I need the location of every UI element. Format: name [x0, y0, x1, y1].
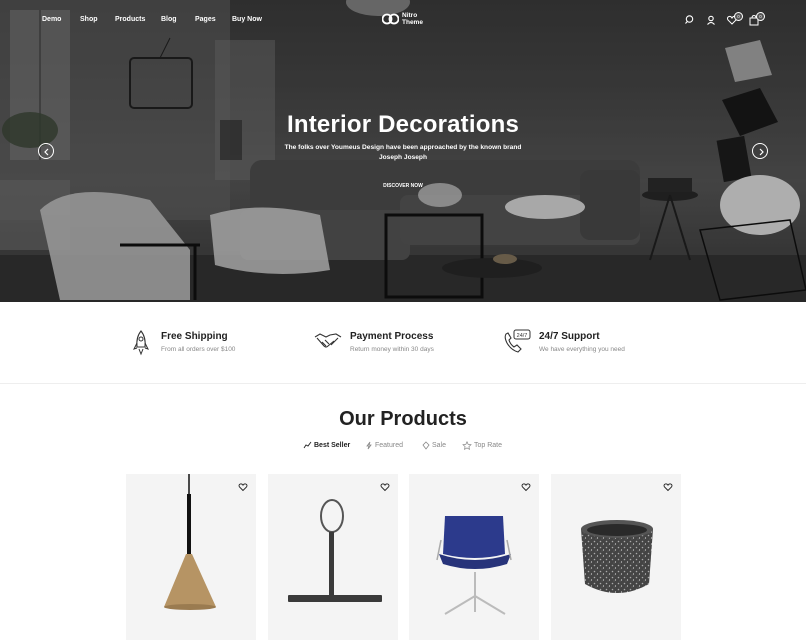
nav-item-buy-now[interactable]: Buy Now	[232, 16, 262, 23]
hero-banner: Demo Shop Products Blog Pages Buy Now Ni…	[0, 0, 806, 302]
nav-item-pages[interactable]: Pages	[195, 16, 216, 23]
top-navigation: Demo Shop Products Blog Pages Buy Now Ni…	[0, 0, 806, 40]
terrazzo-pot-image	[581, 520, 653, 593]
nav-item-demo[interactable]: Demo	[42, 16, 61, 23]
discover-now-button[interactable]: DISCOVER NOW	[375, 181, 431, 192]
tab-best-seller[interactable]: Best Seller	[303, 441, 350, 449]
hero-title: Interior Decorations	[286, 111, 520, 138]
logo-mark-icon	[382, 13, 399, 25]
hero-prev-arrow[interactable]	[38, 143, 54, 159]
bolt-icon	[366, 441, 372, 450]
tab-label: Sale	[432, 442, 447, 449]
feature-title: Free Shipping	[161, 331, 228, 342]
brand-logo[interactable]: Nitro Theme	[382, 12, 426, 26]
logo-text: Nitro Theme	[402, 12, 423, 26]
heart-icon[interactable]	[663, 482, 673, 492]
cart-count-badge: 0	[756, 12, 765, 21]
chart-icon	[303, 441, 312, 449]
hero-next-arrow[interactable]	[752, 143, 768, 159]
tab-label: Featured	[375, 442, 404, 449]
product-card[interactable]	[409, 474, 539, 640]
wishlist-count-badge: 0	[734, 12, 743, 21]
features-bar: Free Shipping From all orders over $100 …	[0, 302, 806, 384]
heart-icon[interactable]	[380, 482, 390, 492]
user-icon[interactable]	[705, 14, 717, 26]
feature-payment-process: Payment Process Return money within 30 d…	[314, 329, 454, 361]
nav-item-shop[interactable]: Shop	[80, 16, 98, 23]
star-icon	[462, 441, 472, 450]
chevron-left-icon	[44, 148, 49, 156]
nav-item-products[interactable]: Products	[115, 16, 145, 23]
tab-label: Top Rate	[474, 442, 503, 449]
blue-office-chair-image	[436, 516, 512, 615]
heart-icon[interactable]	[521, 482, 531, 492]
search-icon[interactable]	[684, 14, 696, 26]
handshake-icon	[314, 333, 342, 348]
squeegee-hook-image	[288, 499, 382, 602]
feature-title: 24/7 Support	[539, 331, 600, 342]
tab-sale[interactable]: Sale	[422, 441, 446, 450]
hero-subtitle: The folks over Youmeus Design have been …	[284, 144, 522, 161]
feature-title: Payment Process	[350, 331, 434, 342]
heart-icon[interactable]	[238, 482, 248, 492]
feature-subtitle: Return money within 30 days	[350, 346, 434, 353]
product-filter-tabs: Best Seller Featured Sale Top Rate	[0, 441, 806, 453]
product-card[interactable]	[126, 474, 256, 640]
feature-support: 24/7 24/7 Support We have everything you…	[502, 329, 642, 361]
tag-icon	[422, 441, 430, 450]
svg-text:24/7: 24/7	[517, 333, 528, 339]
product-card[interactable]	[551, 474, 681, 640]
tab-featured[interactable]: Featured	[365, 441, 403, 450]
product-card[interactable]	[268, 474, 398, 640]
pendant-lamp-image	[164, 474, 216, 610]
support-phone-icon: 24/7	[504, 329, 531, 353]
feature-subtitle: We have everything you need	[539, 346, 625, 353]
tab-top-rate[interactable]: Top Rate	[462, 441, 502, 450]
feature-subtitle: From all orders over $100	[161, 346, 236, 353]
feature-free-shipping: Free Shipping From all orders over $100	[131, 329, 261, 361]
tab-label: Best Seller	[314, 441, 351, 449]
section-title-our-products: Our Products	[339, 408, 467, 430]
rocket-icon	[133, 330, 149, 356]
nav-item-blog[interactable]: Blog	[161, 16, 177, 23]
chevron-right-icon	[759, 148, 764, 156]
